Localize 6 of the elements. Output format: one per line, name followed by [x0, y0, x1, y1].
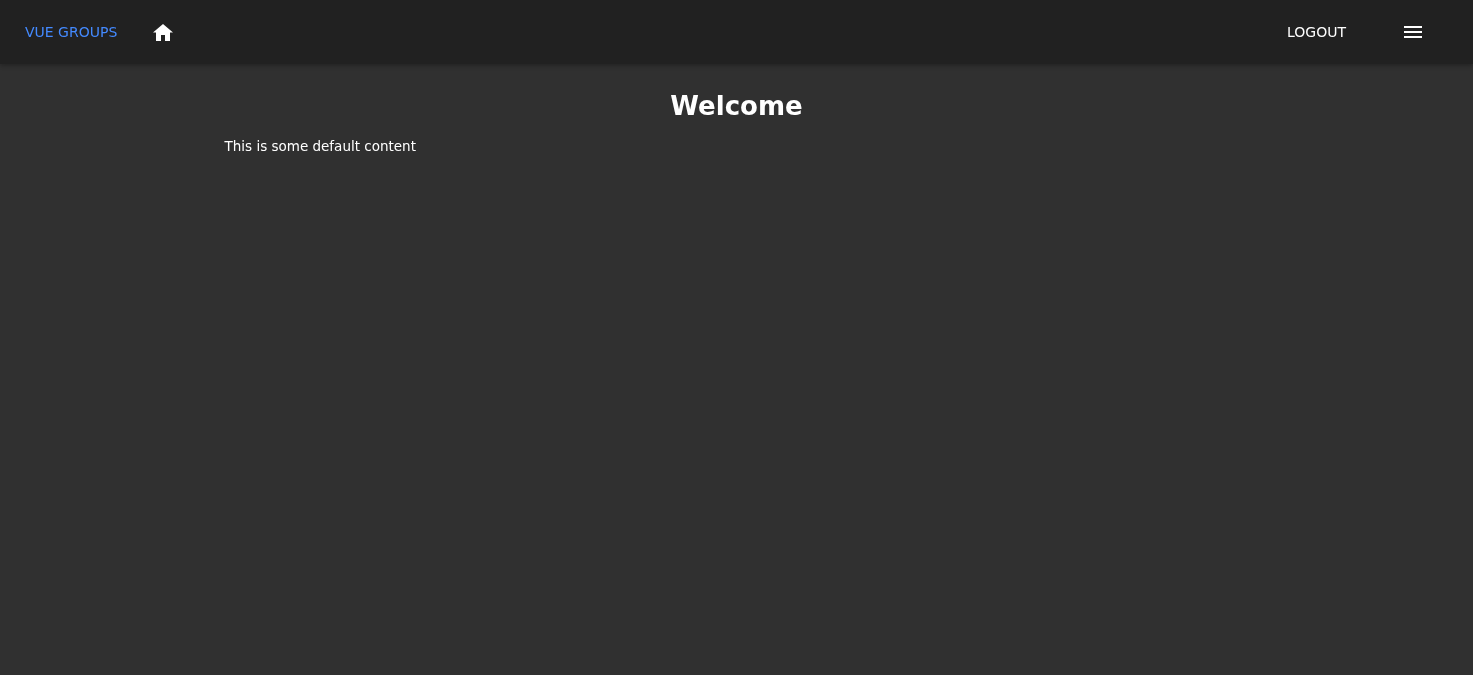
- home-icon[interactable]: [153, 23, 174, 41]
- page-heading: Welcome: [669, 90, 804, 122]
- brand-link[interactable]: VUE GROUPS: [25, 21, 118, 43]
- logout-button[interactable]: LOGOUT: [1287, 17, 1346, 47]
- menu-icon[interactable]: [1404, 26, 1422, 38]
- content-text: This is some default content: [224, 137, 417, 156]
